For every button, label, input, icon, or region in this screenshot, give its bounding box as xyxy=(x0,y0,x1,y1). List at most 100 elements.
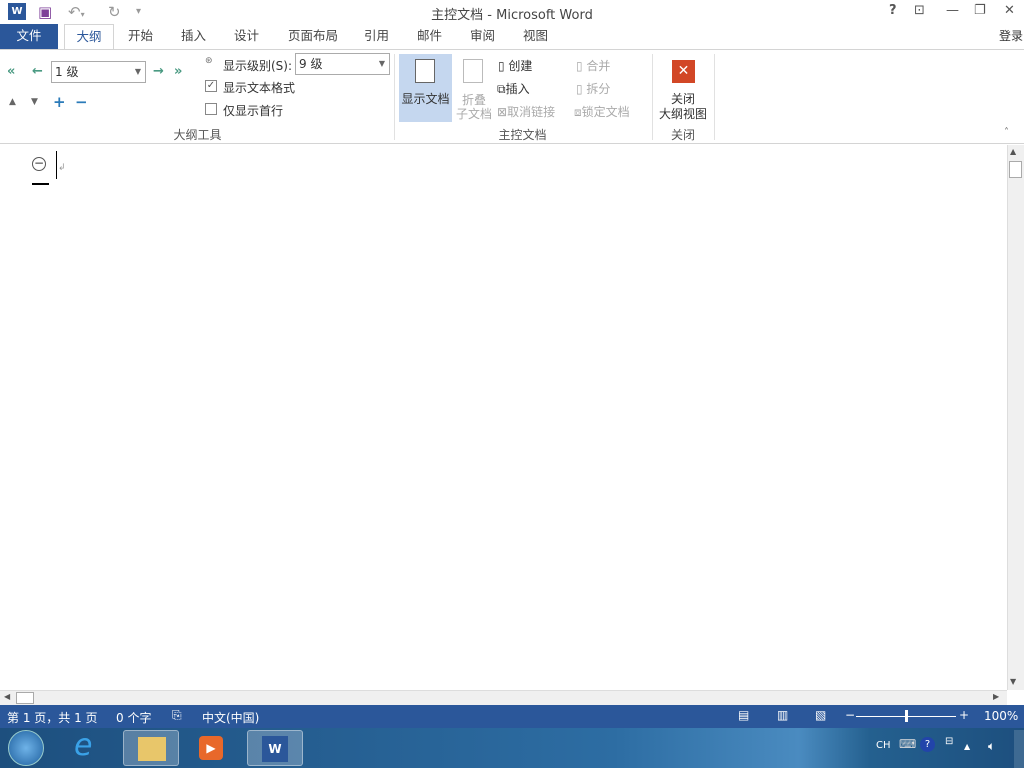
zoom-slider-thumb[interactable] xyxy=(905,710,908,722)
unlink-button[interactable]: ⊠取消链接 xyxy=(497,103,555,120)
lock-document-button[interactable]: ⧈锁定文档 xyxy=(574,103,630,120)
close-red-icon: ✕ xyxy=(672,60,695,83)
tab-review[interactable]: 审阅 xyxy=(460,24,505,49)
document-area[interactable]: − ↲ xyxy=(0,145,1007,690)
tab-references[interactable]: 引用 xyxy=(354,24,399,49)
show-text-format-checkbox[interactable]: ✓ xyxy=(205,80,217,92)
word-count[interactable]: 0 个字 xyxy=(116,709,151,726)
language[interactable]: 中文(中国) xyxy=(202,709,259,726)
end-of-document-marker xyxy=(32,183,49,185)
tab-design[interactable]: 设计 xyxy=(224,24,269,49)
print-layout-icon[interactable]: ▥ xyxy=(777,708,788,722)
file-explorer-taskbar-button[interactable] xyxy=(123,730,179,766)
move-down-icon[interactable]: ▼ xyxy=(31,97,38,107)
read-mode-icon[interactable]: ▤ xyxy=(738,708,749,722)
chevron-down-icon: ▼ xyxy=(378,59,385,68)
merge-icon: ▯ xyxy=(576,59,587,73)
unlink-label: 取消链接 xyxy=(507,105,556,119)
collapse-ribbon-icon[interactable]: ˄ xyxy=(1004,127,1009,138)
help-button[interactable]: ? xyxy=(889,3,897,18)
insert-subdocument-button[interactable]: ⧉插入 xyxy=(497,80,530,97)
show-document-icon xyxy=(415,59,435,83)
ribbon-display-button[interactable]: ⊡ xyxy=(914,3,925,18)
text-cursor xyxy=(56,151,57,179)
web-layout-icon[interactable]: ▧ xyxy=(815,708,826,722)
show-document-button[interactable]: 显示文档 xyxy=(399,54,452,122)
close-window-button[interactable]: ✕ xyxy=(1004,3,1015,18)
status-bar: 第 1 页，共 1 页 0 个字 ⎘ 中文(中国) ▤ ▥ ▧ − + 100% xyxy=(0,705,1024,728)
restore-button[interactable]: ❐ xyxy=(974,3,986,18)
tab-mailings[interactable]: 邮件 xyxy=(407,24,452,49)
tab-page-layout[interactable]: 页面布局 xyxy=(278,24,348,49)
tray-options-icon[interactable]: ⊟ xyxy=(945,736,953,747)
help-tray-icon[interactable]: ? xyxy=(920,737,935,752)
collapse-subdocuments-button[interactable]: 折叠 子文档 xyxy=(454,54,494,122)
insert-icon: ⧉ xyxy=(497,82,506,96)
start-button[interactable] xyxy=(8,730,44,766)
horizontal-scrollbar[interactable]: ◀ ▶ xyxy=(0,690,1007,705)
tab-file[interactable]: 文件 xyxy=(0,24,58,49)
lock-icon: ⧈ xyxy=(574,105,582,119)
scroll-left-icon[interactable]: ◀ xyxy=(4,692,10,701)
media-player-icon[interactable]: ▶ xyxy=(199,736,223,760)
scroll-up-icon[interactable]: ▲ xyxy=(1010,147,1016,156)
proofing-icon[interactable]: ⎘ xyxy=(172,708,182,723)
outline-collapse-bullet-icon[interactable]: − xyxy=(32,157,46,171)
word-taskbar-button[interactable]: W xyxy=(247,730,303,766)
create-label: 创建 xyxy=(508,59,533,73)
outline-tools-group-label: 大纲工具 xyxy=(173,128,222,142)
page-count[interactable]: 第 1 页，共 1 页 xyxy=(7,709,98,726)
zoom-level[interactable]: 100% xyxy=(984,709,1018,723)
promote-to-heading-icon[interactable]: « xyxy=(7,64,15,79)
show-level-label: 显示级别(S): xyxy=(223,59,293,73)
master-document-group-label: 主控文档 xyxy=(498,128,547,142)
unlink-icon: ⊠ xyxy=(497,105,508,119)
vertical-scrollbar[interactable]: ▲ ▼ xyxy=(1007,145,1024,690)
outline-level-select[interactable]: 1 级 ▼ xyxy=(51,61,146,83)
internet-explorer-icon[interactable]: e xyxy=(74,728,92,763)
word-icon: W xyxy=(262,736,288,762)
tab-view[interactable]: 视图 xyxy=(513,24,558,49)
folder-icon xyxy=(138,737,166,761)
demote-to-body-icon[interactable]: » xyxy=(174,64,182,79)
scroll-down-icon[interactable]: ▼ xyxy=(1010,677,1016,686)
tab-home[interactable]: 开始 xyxy=(118,24,163,49)
minimize-button[interactable]: — xyxy=(946,3,959,18)
create-button[interactable]: ▯ 创建 xyxy=(498,57,532,74)
tab-insert[interactable]: 插入 xyxy=(171,24,216,49)
show-document-label: 显示文档 xyxy=(401,92,450,106)
tab-outline[interactable]: 大纲 xyxy=(64,24,114,50)
show-first-line-label[interactable]: 仅显示首行 xyxy=(223,102,283,119)
show-level-select[interactable]: 9 级 ▼ xyxy=(295,53,390,75)
show-level-icon: ⊛ xyxy=(205,56,213,66)
zoom-in-button[interactable]: + xyxy=(959,708,969,722)
merge-label: 合并 xyxy=(586,59,611,73)
login-link[interactable]: 登录 xyxy=(999,27,1023,44)
show-hidden-icons[interactable]: ▲ xyxy=(964,742,970,751)
show-desktop-button[interactable] xyxy=(1014,730,1024,768)
split-label: 拆分 xyxy=(586,82,611,96)
move-up-icon[interactable]: ▲ xyxy=(9,97,16,107)
volume-icon[interactable]: 🔈︎ xyxy=(988,739,995,754)
show-text-format-label[interactable]: 显示文本格式 xyxy=(223,79,295,96)
merge-button[interactable]: ▯ 合并 xyxy=(576,57,610,74)
h-scroll-thumb[interactable] xyxy=(16,692,34,704)
keyboard-icon[interactable]: ⌨ xyxy=(899,737,916,751)
split-button[interactable]: ▯ 拆分 xyxy=(576,80,610,97)
zoom-slider[interactable] xyxy=(856,710,956,722)
collapse-label-2: 子文档 xyxy=(455,107,492,121)
close-outline-view-button[interactable]: ✕ 关闭 大纲视图 xyxy=(656,56,710,122)
promote-icon[interactable]: ← xyxy=(32,64,43,79)
create-icon: ▯ xyxy=(498,59,509,73)
scroll-thumb[interactable] xyxy=(1009,161,1022,178)
show-first-line-checkbox[interactable] xyxy=(205,103,217,115)
lock-label: 锁定文档 xyxy=(581,105,630,119)
divider xyxy=(652,54,653,140)
demote-icon[interactable]: → xyxy=(153,64,164,79)
zoom-out-button[interactable]: − xyxy=(845,708,855,722)
scroll-right-icon[interactable]: ▶ xyxy=(993,692,999,701)
expand-icon[interactable]: + xyxy=(53,93,66,111)
collapse-icon[interactable]: − xyxy=(75,93,88,111)
outline-level-value: 1 级 xyxy=(55,65,79,79)
input-language[interactable]: CH xyxy=(876,740,891,751)
